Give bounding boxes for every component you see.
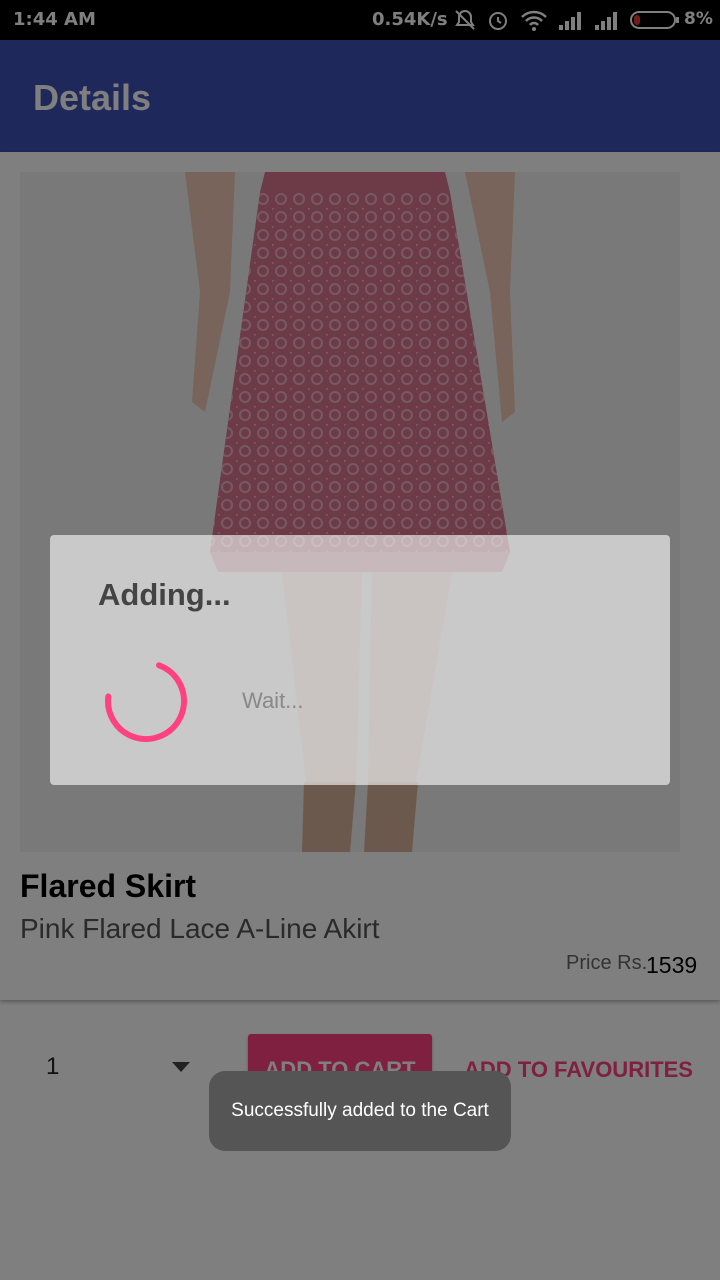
dialog-title: Adding... (98, 577, 231, 612)
progress-dialog: Adding... Wait... (50, 535, 670, 785)
dialog-message: Wait... (242, 688, 304, 713)
loading-spinner-icon (105, 660, 187, 742)
toast-message: Successfully added to the Cart (209, 1071, 511, 1151)
